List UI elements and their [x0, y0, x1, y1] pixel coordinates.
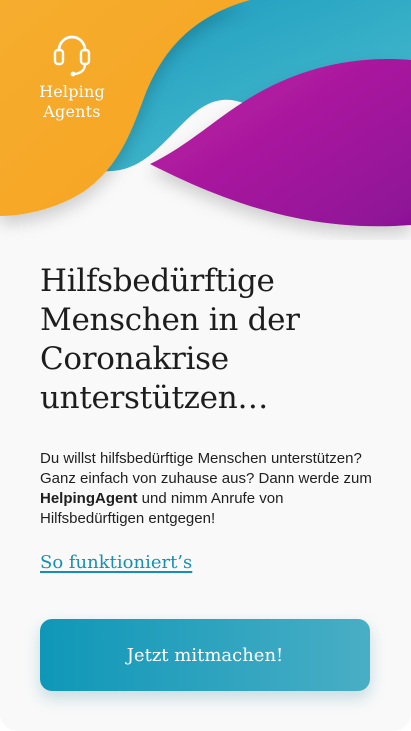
welcome-screen: Helping Agents Hilfsbedürftige Menschen … [0, 0, 411, 731]
brand-line-2: Agents [43, 102, 101, 121]
headset-icon [53, 35, 91, 77]
intro-text: Du willst hilfsbedürftige Menschen unter… [40, 449, 380, 529]
intro-text-start: Du willst hilfsbedürftige Menschen unter… [40, 450, 372, 487]
helping-agent-emphasis: HelpingAgent [40, 490, 138, 507]
hero-banner: Helping Agents [0, 0, 411, 240]
page-headline: Hilfsbedürftige Menschen in der Coronakr… [40, 263, 300, 416]
brand-line-1: Helping [39, 82, 105, 101]
helping-agents-logo: Helping Agents [30, 28, 114, 122]
join-now-button[interactable]: Jetzt mitmachen! [40, 619, 370, 691]
how-it-works-link[interactable]: So funktioniert’s [40, 551, 192, 575]
brand-name: Helping Agents [30, 82, 114, 122]
